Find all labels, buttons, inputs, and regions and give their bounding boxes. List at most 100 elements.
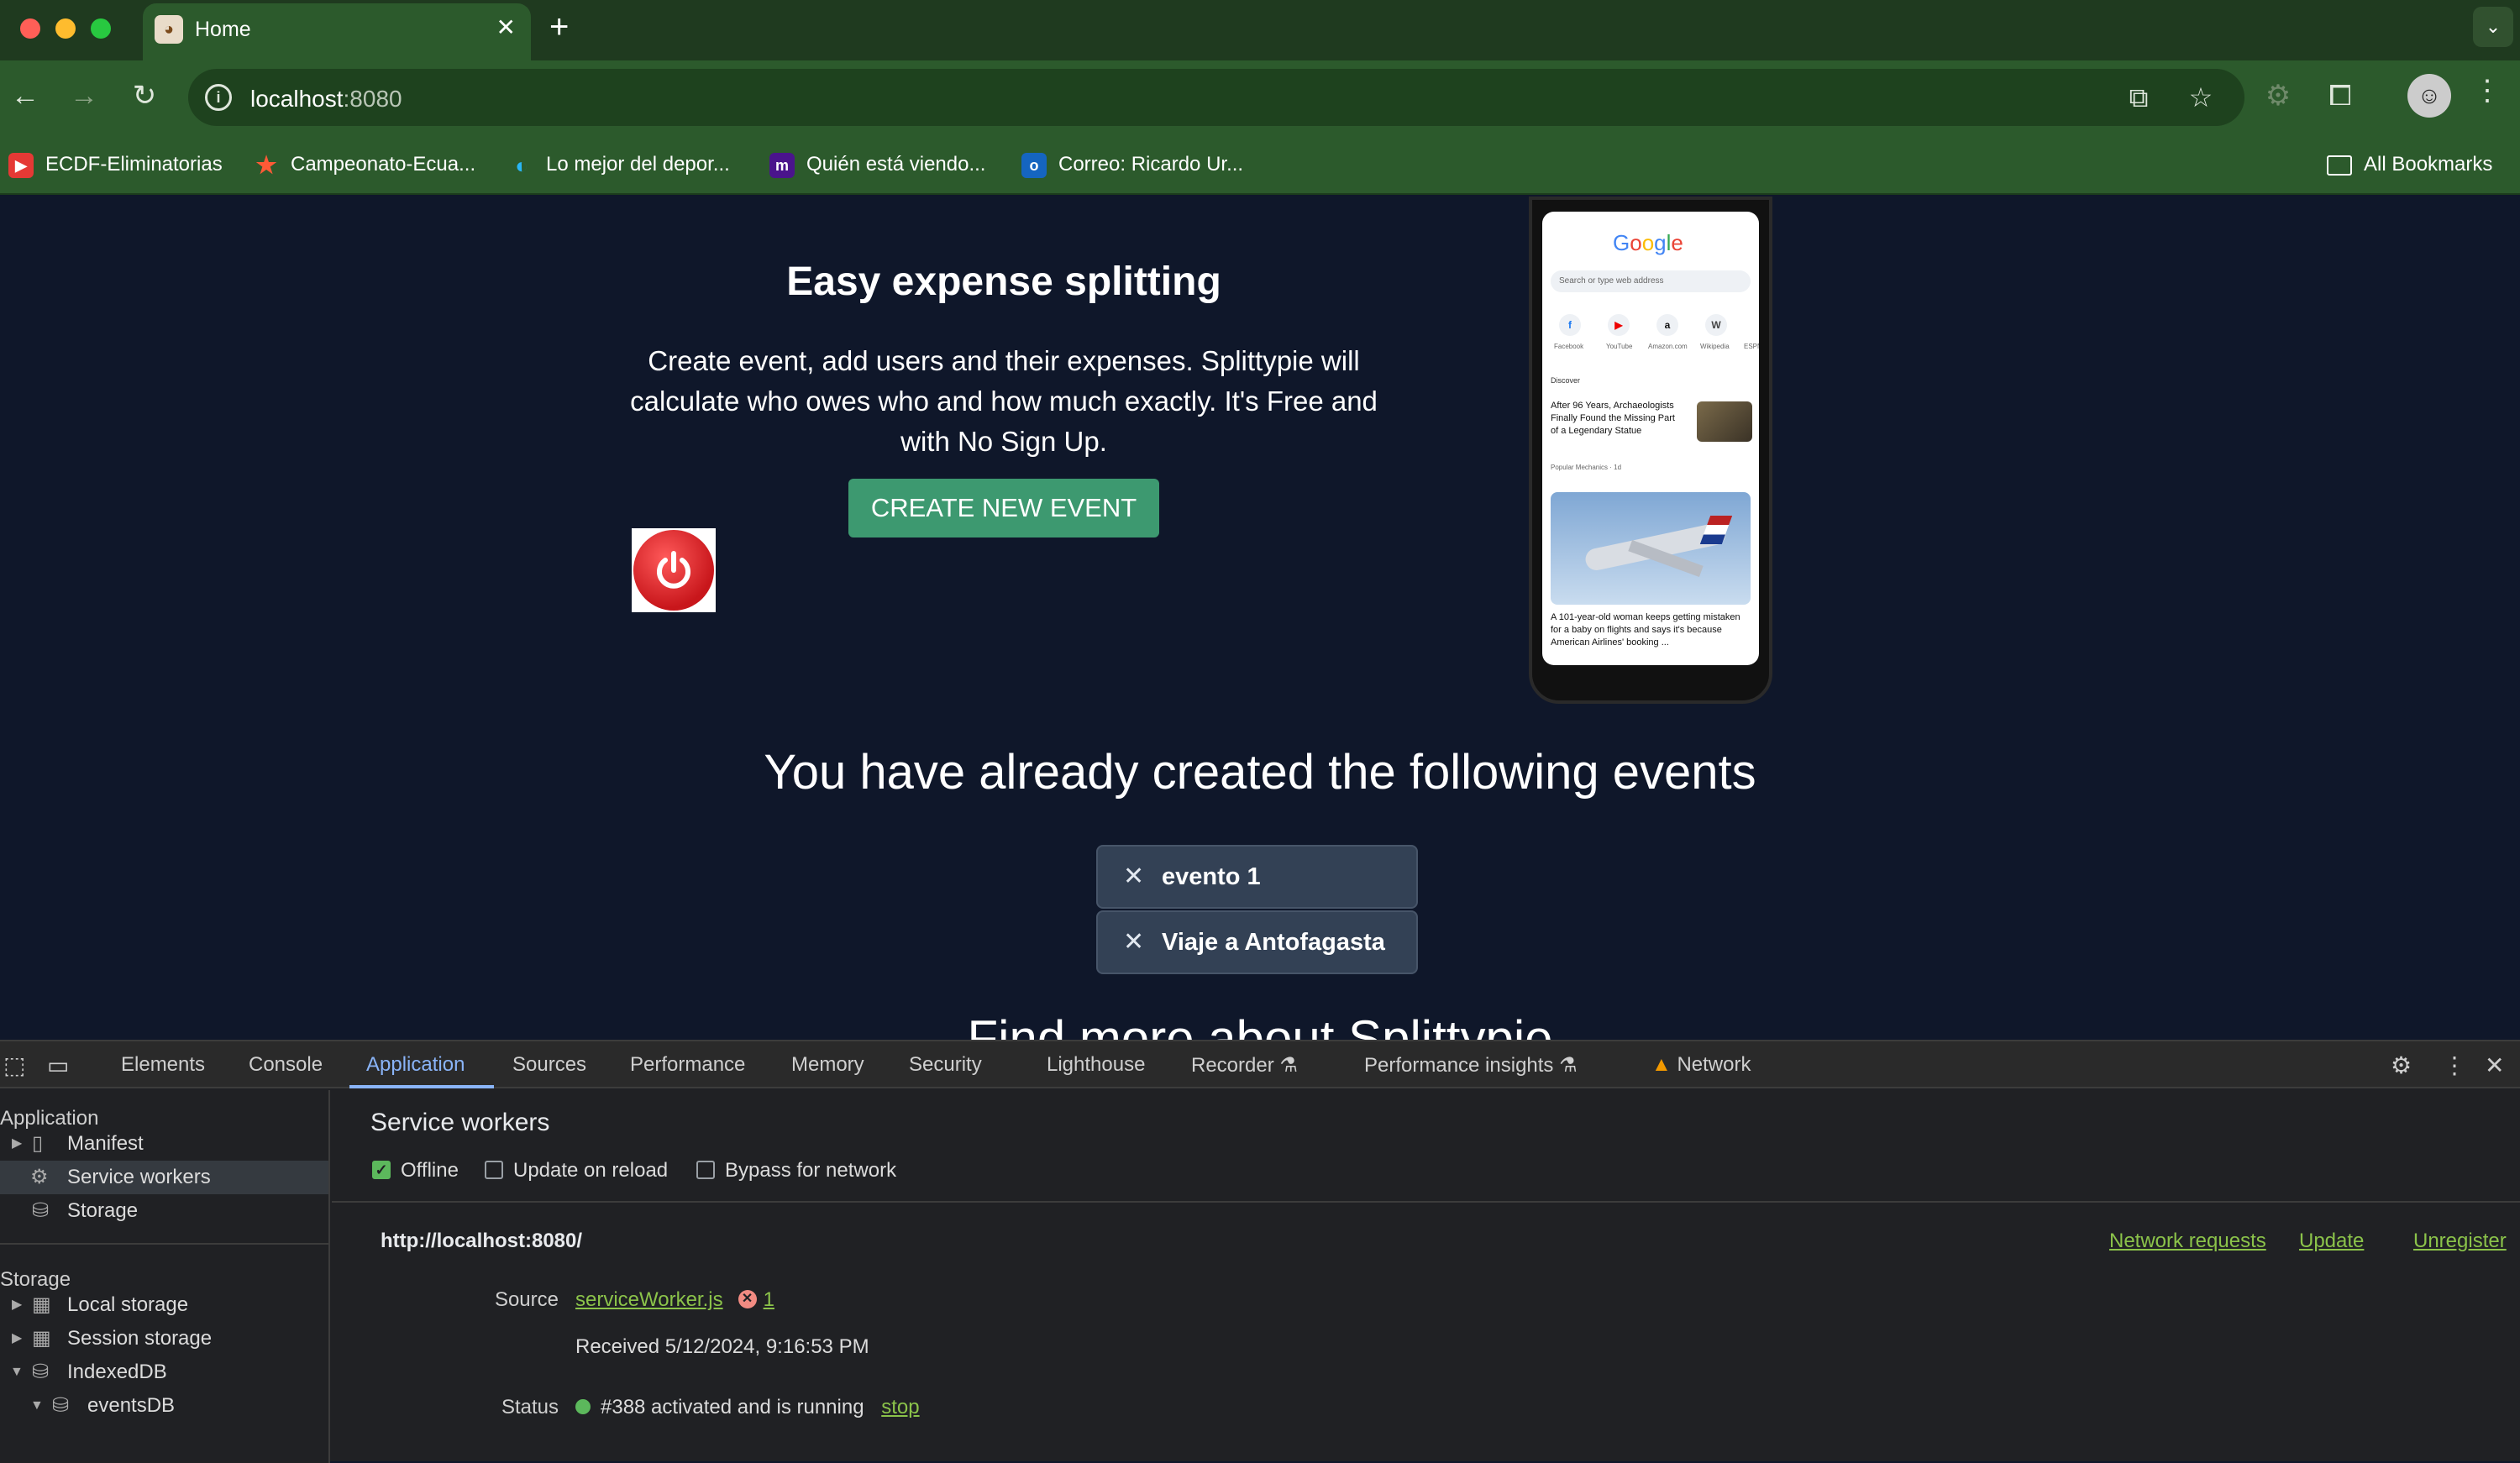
event-name[interactable]: Viaje a Antofagasta: [1162, 912, 1385, 973]
tab-sources[interactable]: Sources: [512, 1053, 586, 1077]
tab-performance-insights[interactable]: Performance insights ⚗: [1364, 1053, 1578, 1078]
tab-recorder[interactable]: Recorder ⚗: [1191, 1053, 1298, 1078]
profile-avatar[interactable]: ☺: [2407, 74, 2451, 118]
bookmark-item[interactable]: ◐ Lo mejor del depor...: [509, 148, 730, 181]
offline-checkbox[interactable]: ✓ Offline: [372, 1157, 459, 1184]
checkbox-checked[interactable]: ✓: [372, 1160, 391, 1179]
status-value: #388 activated and is running stop: [575, 1396, 920, 1419]
status-running-icon: [575, 1398, 591, 1414]
bookmark-star-icon[interactable]: ☆: [2181, 77, 2221, 118]
collapse-arrow-icon[interactable]: ▼: [30, 1389, 44, 1423]
bookmark-item[interactable]: ★ Campeonato-Ecua...: [254, 148, 475, 181]
checkbox-unchecked[interactable]: [696, 1160, 715, 1179]
update-link[interactable]: Update: [2299, 1230, 2364, 1253]
remove-event-icon[interactable]: ✕: [1123, 912, 1144, 973]
event-name[interactable]: evento 1: [1162, 847, 1261, 907]
sidebar-item-service-workers[interactable]: ⚙ Service workers: [0, 1161, 328, 1194]
error-count-link[interactable]: 1: [764, 1288, 774, 1311]
tab-security[interactable]: Security: [909, 1053, 982, 1077]
all-bookmarks-label: All Bookmarks: [2364, 153, 2493, 176]
device-toolbar-icon[interactable]: ▭: [47, 1051, 69, 1079]
warning-icon: ▲: [1651, 1053, 1672, 1076]
new-tab-button[interactable]: +: [549, 8, 569, 46]
create-new-event-button[interactable]: CREATE NEW EVENT: [848, 479, 1159, 537]
update-on-reload-checkbox[interactable]: Update on reload: [485, 1157, 668, 1184]
tab-performance-insights-label: Performance insights: [1364, 1054, 1554, 1077]
bookmark-item[interactable]: o Correo: Ricardo Ur...: [1021, 148, 1243, 181]
story-thumbnail: [1697, 401, 1752, 442]
tab-title: Home: [195, 18, 251, 41]
remove-event-icon[interactable]: ✕: [1123, 847, 1144, 907]
tab-close-icon[interactable]: ✕: [496, 13, 516, 41]
power-button-icon[interactable]: [632, 528, 716, 612]
event-item[interactable]: ✕ evento 1: [1096, 845, 1418, 909]
close-devtools-icon[interactable]: ✕: [2485, 1051, 2504, 1079]
sidebar-item-label: Local storage: [67, 1293, 189, 1316]
phone-screen: Google Search or type web address f ▶ a …: [1542, 212, 1759, 665]
back-icon[interactable]: ←: [5, 76, 45, 116]
expand-arrow-icon[interactable]: ▶: [12, 1322, 22, 1356]
maximize-window-button[interactable]: [91, 18, 111, 39]
devtools-tab-bar: ⬚ ▭ Elements Console Application Sources…: [0, 1041, 2520, 1088]
service-workers-panel: Service workers ✓ Offline Update on reloa…: [332, 1090, 2520, 1463]
sports-site-icon: ◐: [515, 152, 528, 178]
sidebar-item-session-storage[interactable]: ▶ ▦ Session storage: [0, 1322, 328, 1356]
database-icon: ⛁: [52, 1394, 70, 1417]
bookmark-item[interactable]: m Quién está viendo...: [769, 148, 985, 181]
checkbox-unchecked[interactable]: [485, 1160, 503, 1179]
expand-arrow-icon[interactable]: ▶: [12, 1127, 22, 1161]
site-info-icon[interactable]: i: [205, 84, 232, 111]
source-value: serviceWorker.js ✕ 1: [575, 1288, 774, 1312]
stop-link[interactable]: stop: [881, 1396, 919, 1418]
reload-icon[interactable]: ↻: [124, 76, 165, 116]
all-bookmarks-button[interactable]: All Bookmarks: [2327, 148, 2492, 181]
devtools-menu-icon[interactable]: ⋮: [2443, 1051, 2466, 1079]
unregister-link[interactable]: Unregister: [2413, 1230, 2507, 1253]
sidebar-item-local-storage[interactable]: ▶ ▦ Local storage: [0, 1288, 328, 1322]
settings-gear-icon[interactable]: ⚙: [2391, 1051, 2412, 1079]
service-worker-origin: http://localhost:8080/: [381, 1230, 583, 1252]
tab-search-button[interactable]: ⌄: [2473, 7, 2513, 47]
extension-gear-icon[interactable]: ⚙: [2258, 76, 2298, 116]
amazon-icon: a: [1656, 314, 1678, 336]
bookmark-item[interactable]: ▶ ECDF-Eliminatorias: [8, 148, 223, 181]
extensions-puzzle-icon[interactable]: ⧠: [2320, 76, 2360, 116]
browser-tab-home[interactable]: ◕ Home ✕: [143, 3, 531, 60]
browser-menu-icon[interactable]: ⋮: [2473, 74, 2502, 107]
sidebar-item-eventsdb[interactable]: ▼ ⛁ eventsDB: [0, 1389, 328, 1423]
tab-memory[interactable]: Memory: [791, 1053, 864, 1077]
tab-elements[interactable]: Elements: [121, 1053, 205, 1077]
close-window-button[interactable]: [20, 18, 40, 39]
service-worker-file-link[interactable]: serviceWorker.js: [575, 1288, 723, 1311]
tab-application[interactable]: Application: [366, 1053, 465, 1077]
sidebar-item-manifest[interactable]: ▶ ▯ Manifest: [0, 1127, 328, 1161]
bookmark-label: Quién está viendo...: [806, 153, 986, 176]
url-text[interactable]: localhost:8080: [250, 86, 402, 113]
star-icon: ★: [255, 151, 277, 178]
sidebar-item-storage[interactable]: ⛁ Storage: [0, 1194, 328, 1228]
network-requests-link[interactable]: Network requests: [2109, 1230, 2266, 1253]
open-in-app-icon[interactable]: ⧉: [2118, 77, 2159, 118]
facebook-icon: f: [1559, 314, 1581, 336]
address-bar[interactable]: i localhost:8080 ⧉ ☆: [188, 69, 2244, 126]
flask-icon: ⚗: [1279, 1054, 1298, 1077]
site-favicon-icon: ◕: [155, 15, 183, 44]
minimize-window-button[interactable]: [55, 18, 76, 39]
event-item[interactable]: ✕ Viaje a Antofagasta: [1096, 910, 1418, 974]
outlook-icon: o: [1021, 152, 1047, 178]
collapse-arrow-icon[interactable]: ▼: [10, 1356, 24, 1389]
inspect-element-icon[interactable]: ⬚: [3, 1051, 25, 1079]
sidebar-item-label: IndexedDB: [67, 1361, 167, 1383]
youtube-icon: ▶: [8, 152, 34, 178]
document-icon: ▯: [32, 1132, 44, 1155]
forward-icon[interactable]: →: [64, 76, 104, 116]
tab-lighthouse[interactable]: Lighthouse: [1047, 1053, 1145, 1077]
sidebar-item-indexeddb[interactable]: ▼ ⛁ IndexedDB: [0, 1356, 328, 1389]
expand-arrow-icon[interactable]: ▶: [12, 1288, 22, 1322]
tab-performance[interactable]: Performance: [630, 1053, 745, 1077]
devtools-panel: ⬚ ▭ Elements Console Application Sources…: [0, 1040, 2520, 1463]
bypass-for-network-checkbox[interactable]: Bypass for network: [696, 1157, 896, 1184]
tab-network[interactable]: ▲ Network: [1651, 1053, 1751, 1077]
tab-console[interactable]: Console: [249, 1053, 323, 1077]
checkbox-label: Bypass for network: [725, 1159, 897, 1182]
